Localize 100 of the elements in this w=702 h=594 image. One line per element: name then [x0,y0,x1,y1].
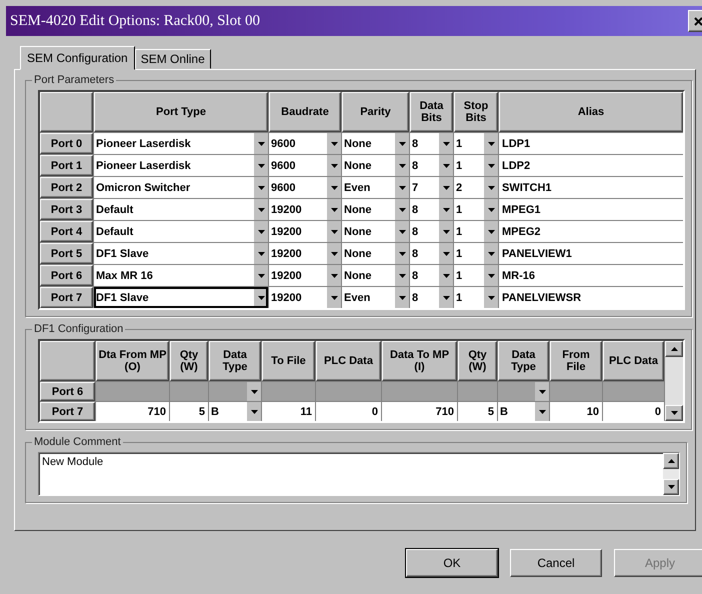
port-type-dropdown[interactable]: Default [94,199,268,220]
port-type-dropdown[interactable]: Omicron Switcher [94,177,268,198]
up-arrow-icon [670,347,678,351]
down-arrow-icon [538,390,546,394]
port-type-dropdown[interactable]: Max MR 16 [94,265,268,286]
port-button[interactable]: Port 3 [40,199,93,220]
alias-cell[interactable]: LDP1 [499,133,683,154]
alias-cell[interactable]: LDP2 [499,155,683,176]
table-cell[interactable]: 710 [96,402,169,421]
table-cell[interactable]: 0 [316,402,381,421]
port-button[interactable]: Port 0 [40,133,93,154]
port-button[interactable]: Port 1 [40,155,93,176]
baudrate-dropdown[interactable]: 9600 [269,177,341,198]
down-arrow-icon [330,208,338,212]
data-bits-dropdown[interactable]: 7 [410,177,453,198]
parity-dropdown[interactable]: None [342,265,409,286]
data-bits-dropdown[interactable]: 8 [410,265,453,286]
port-type-dropdown[interactable]: DF1 Slave [94,243,268,264]
table-cell[interactable] [458,382,497,401]
port-button[interactable]: Port 4 [40,221,93,242]
port-type-dropdown[interactable]: Pioneer Laserdisk [94,133,268,154]
comment-field[interactable]: New Module [38,452,680,496]
baudrate-dropdown[interactable]: 19200 [269,265,341,286]
table-cell[interactable]: 5 [170,402,208,421]
data-type-dropdown[interactable] [209,382,261,401]
port-type-dropdown[interactable]: DF1 Slave [94,287,268,308]
port-button[interactable]: Port 7 [40,402,95,421]
data-bits-dropdown[interactable]: 8 [410,155,453,176]
stop-bits-dropdown[interactable]: 1 [454,199,498,220]
stop-bits-dropdown[interactable]: 1 [454,155,498,176]
column-header: To File [262,341,315,381]
baudrate-dropdown[interactable]: 9600 [269,133,341,154]
table-cell[interactable]: 0 [603,402,664,421]
down-arrow-icon [442,142,450,146]
data-bits-dropdown[interactable]: 8 [410,287,453,308]
alias-cell[interactable]: MR-16 [499,265,683,286]
column-header: Data Type [209,341,261,381]
table-cell[interactable] [550,382,602,401]
scroll-down-button[interactable] [665,405,683,421]
stop-bits-dropdown[interactable]: 1 [454,133,498,154]
tab[interactable]: SEM Configuration [20,46,135,70]
stop-bits-dropdown[interactable]: 2 [454,177,498,198]
down-arrow-icon [442,186,450,190]
baudrate-dropdown[interactable]: 19200 [269,199,341,220]
stop-bits-dropdown[interactable]: 1 [454,265,498,286]
port-button[interactable]: Port 7 [40,287,93,308]
data-type-dropdown[interactable] [498,382,549,401]
alias-cell[interactable]: PANELVIEWSR [499,287,683,308]
table-cell[interactable] [316,382,381,401]
parity-dropdown[interactable]: None [342,243,409,264]
data-type-dropdown[interactable]: B [498,402,549,421]
port-button[interactable]: Port 5 [40,243,93,264]
data-bits-dropdown[interactable]: 8 [410,221,453,242]
tab[interactable]: SEM Online [134,49,211,69]
alias-cell[interactable]: SWITCH1 [499,177,683,198]
table-cell[interactable] [382,382,457,401]
scrollbar[interactable] [665,341,683,421]
parity-dropdown[interactable]: Even [342,287,409,308]
parity-dropdown[interactable]: None [342,199,409,220]
baudrate-dropdown[interactable]: 19200 [269,287,341,308]
close-button[interactable] [688,10,702,32]
stop-bits-dropdown[interactable]: 1 [454,287,498,308]
down-arrow-icon [488,186,494,190]
alias-cell[interactable]: MPEG2 [499,221,683,242]
table-cell[interactable] [262,382,315,401]
baudrate-dropdown[interactable]: 19200 [269,221,341,242]
baudrate-dropdown[interactable]: 9600 [269,155,341,176]
alias-cell[interactable]: MPEG1 [499,199,683,220]
port-button[interactable]: Port 2 [40,177,93,198]
table-cell[interactable]: 5 [458,402,497,421]
down-arrow-icon [398,186,406,190]
data-bits-dropdown[interactable]: 8 [410,133,453,154]
parity-dropdown[interactable]: None [342,155,409,176]
down-arrow-icon [330,252,338,256]
port-button[interactable]: Port 6 [40,265,93,286]
scroll-up-button[interactable] [663,453,679,469]
table-cell[interactable]: 710 [382,402,457,421]
parity-dropdown[interactable]: None [342,133,409,154]
table-cell[interactable]: 11 [262,402,315,421]
data-bits-dropdown[interactable]: 8 [410,199,453,220]
table-cell[interactable] [170,382,208,401]
data-type-dropdown[interactable]: B [209,402,261,421]
dialog-button[interactable]: OK [406,549,498,577]
dialog-button[interactable]: Cancel [510,549,602,577]
scroll-up-button[interactable] [665,341,683,357]
scroll-down-button[interactable] [663,479,679,495]
down-arrow-icon [398,296,406,300]
port-type-dropdown[interactable]: Pioneer Laserdisk [94,155,268,176]
parity-dropdown[interactable]: Even [342,177,409,198]
parity-dropdown[interactable]: None [342,221,409,242]
stop-bits-dropdown[interactable]: 1 [454,221,498,242]
column-header: Qty (W) [458,341,497,381]
port-type-dropdown[interactable]: Default [94,221,268,242]
table-cell[interactable]: 10 [550,402,602,421]
baudrate-dropdown[interactable]: 19200 [269,243,341,264]
close-icon [694,16,702,26]
table-cell[interactable] [603,382,664,401]
data-bits-dropdown[interactable]: 8 [410,243,453,264]
alias-cell[interactable]: PANELVIEW1 [499,243,683,264]
stop-bits-dropdown[interactable]: 1 [454,243,498,264]
